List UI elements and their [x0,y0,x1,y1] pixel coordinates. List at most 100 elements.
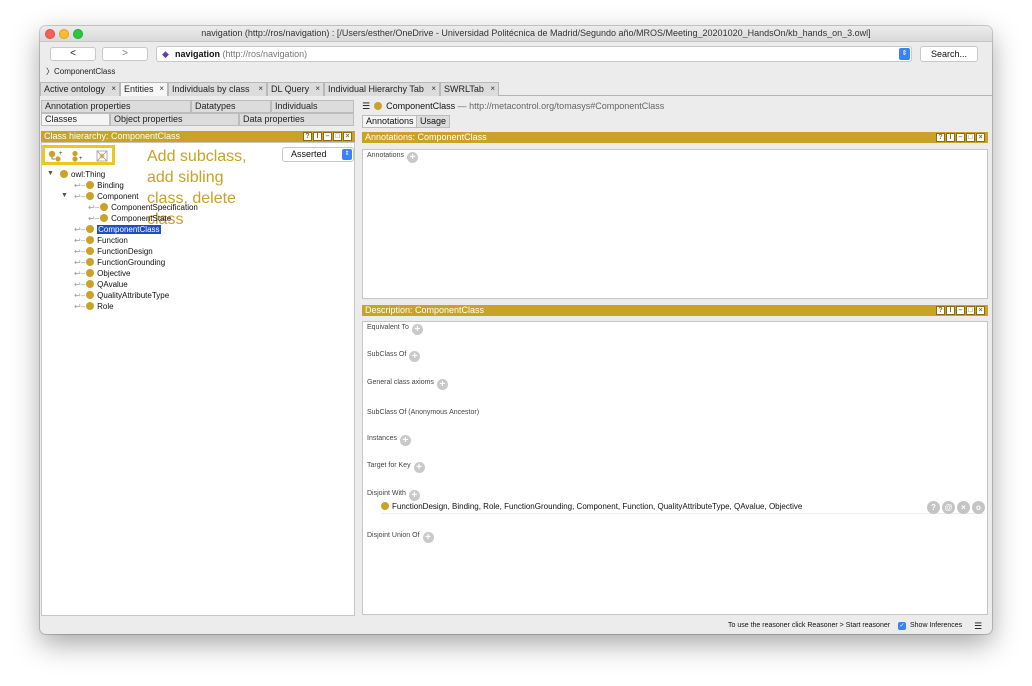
view-controls: ? I – □ × [303,132,352,141]
minimize-icon[interactable]: – [323,132,332,141]
tree-node[interactable]: ↩– Function [74,235,128,246]
add-subclass-icon[interactable]: + [47,150,64,162]
hierarchy-mode-select[interactable]: Asserted ⇕ [282,147,354,162]
forward-button[interactable]: > [102,47,148,61]
tab-individual-hierarchy[interactable]: Individual Hierarchy Tab × [324,82,440,96]
settings-menu-icon[interactable]: ☰ [974,618,982,634]
class-icon [86,258,95,266]
tab-data-properties[interactable]: Data properties [239,113,354,126]
maximize-icon[interactable]: □ [333,132,342,141]
tree-node[interactable]: ↩– FunctionDesign [74,246,153,257]
expand-arrow-icon[interactable]: ▼ [47,170,54,177]
entity-header: ☰ ComponentClass — http://metacontrol.org… [362,100,988,112]
tab-individuals[interactable]: Individuals [271,100,354,113]
add-instance-icon[interactable]: + [399,435,411,446]
maximize-icon[interactable]: □ [966,306,975,315]
back-button[interactable]: < [50,47,96,61]
tab-dl-query[interactable]: DL Query × [267,82,324,96]
window-title: navigation (http://ros/navigation) : [/U… [201,28,871,38]
class-icon [86,181,95,189]
maximize-icon[interactable]: □ [966,133,975,142]
close-view-icon[interactable]: × [343,132,352,141]
add-annotation-icon[interactable]: + [406,152,418,163]
pin-icon[interactable]: I [946,133,955,142]
tree-node[interactable]: ↩– Objective [74,268,131,279]
minimize-window-button[interactable] [59,29,69,39]
tree-node[interactable]: ↩– ComponentState [88,213,171,224]
close-tab-icon[interactable]: × [315,83,320,95]
help-icon[interactable]: ? [303,132,312,141]
tree-node[interactable]: ↩– Role [74,301,114,312]
tree-node-selected[interactable]: ↩– ComponentClass [74,224,161,235]
tree-node[interactable]: ↩– QualityAttributeType [74,290,169,301]
add-disjoint-union-icon[interactable]: + [422,532,434,543]
ontology-label: navigation (http://ros/navigation) [175,49,308,59]
close-tab-icon[interactable]: × [159,83,164,95]
ontology-selector[interactable]: ◆ navigation (http://ros/navigation) ⇕ [156,46,912,62]
add-axiom-icon[interactable]: + [436,379,448,390]
minimize-icon[interactable]: – [956,133,965,142]
close-tab-icon[interactable]: × [111,83,116,95]
tree-node[interactable]: ↩– ComponentSpecification [88,202,198,213]
tree-node[interactable]: ↩– Component [74,191,139,202]
delete-icon[interactable]: × [957,501,970,514]
svg-text:+: + [79,156,83,162]
tree-node[interactable]: ↩– FunctionGrounding [74,257,165,268]
annotate-icon[interactable]: @ [942,501,955,514]
add-key-icon[interactable]: + [413,462,425,473]
close-view-icon[interactable]: × [976,306,985,315]
tab-usage[interactable]: Usage [416,115,451,128]
show-inferences-checkbox[interactable]: ✓ [898,622,906,630]
view-controls: ? I – □ × [936,306,985,315]
tab-classes[interactable]: Classes [41,113,110,126]
dropdown-arrow-icon[interactable]: ⇕ [899,48,910,60]
tab-swrltab[interactable]: SWRLTab × [440,82,499,96]
add-superclass-icon[interactable]: + [409,351,421,362]
search-button[interactable]: Search... [920,46,978,62]
close-window-button[interactable] [45,29,55,39]
annotations-header: Annotations: ComponentClass ? I – □ × [362,132,988,143]
tree-node[interactable]: ↩– QAvalue [74,279,128,290]
class-icon [60,170,68,178]
maximize-window-button[interactable] [73,29,83,39]
tab-active-ontology[interactable]: Active ontology × [40,82,120,96]
delete-class-icon[interactable] [93,150,110,162]
annotations-panel: Annotations + [362,149,988,299]
minimize-icon[interactable]: – [956,306,965,315]
description-header: Description: ComponentClass ? I – □ × [362,305,988,316]
tab-object-properties[interactable]: Object properties [110,113,239,126]
tab-datatypes[interactable]: Datatypes [191,100,271,113]
class-icon [86,302,95,310]
edit-icon[interactable]: o [972,501,985,514]
disjoint-union-section: Disjoint Union Of + [367,532,434,543]
add-equivalent-icon[interactable]: + [411,324,423,335]
add-sibling-icon[interactable]: + [69,150,86,162]
pin-icon[interactable]: I [946,306,955,315]
close-tab-icon[interactable]: × [490,83,495,95]
close-tab-icon[interactable]: × [431,83,436,95]
help-icon[interactable]: ? [936,133,945,142]
class-icon [100,214,109,222]
class-icon [86,280,95,288]
svg-text:+: + [59,151,63,157]
close-view-icon[interactable]: × [976,133,985,142]
pin-icon[interactable]: I [313,132,322,141]
tab-annotations[interactable]: Annotations [362,115,418,128]
tab-individuals-by-class[interactable]: Individuals by class × [168,82,267,96]
equivalent-to-section: Equivalent To + [367,324,423,335]
entity-iri: — http://metacontrol.org/tomasys#Compone… [457,101,665,111]
expand-arrow-icon[interactable]: ▼ [61,192,68,199]
tree-node[interactable]: ↩– Binding [74,180,124,191]
tab-annotation-properties[interactable]: Annotation properties [41,100,191,113]
general-axioms-section: General class axioms + [367,379,448,390]
explain-icon[interactable]: ? [927,501,940,514]
title-bar: navigation (http://ros/navigation) : [/U… [40,26,992,42]
disjoint-with-row[interactable]: FunctionDesign, Binding, Role, FunctionG… [381,500,985,514]
class-hierarchy-panel: + + Add subclass, add sibling class, del… [41,142,355,616]
help-icon[interactable]: ? [936,306,945,315]
close-tab-icon[interactable]: × [258,83,263,95]
instances-section: Instances + [367,435,411,446]
menu-icon[interactable]: ☰ [362,101,370,111]
tree-node-owl-thing[interactable]: owl:Thing [60,169,105,180]
tab-entities[interactable]: Entities × [120,82,168,96]
